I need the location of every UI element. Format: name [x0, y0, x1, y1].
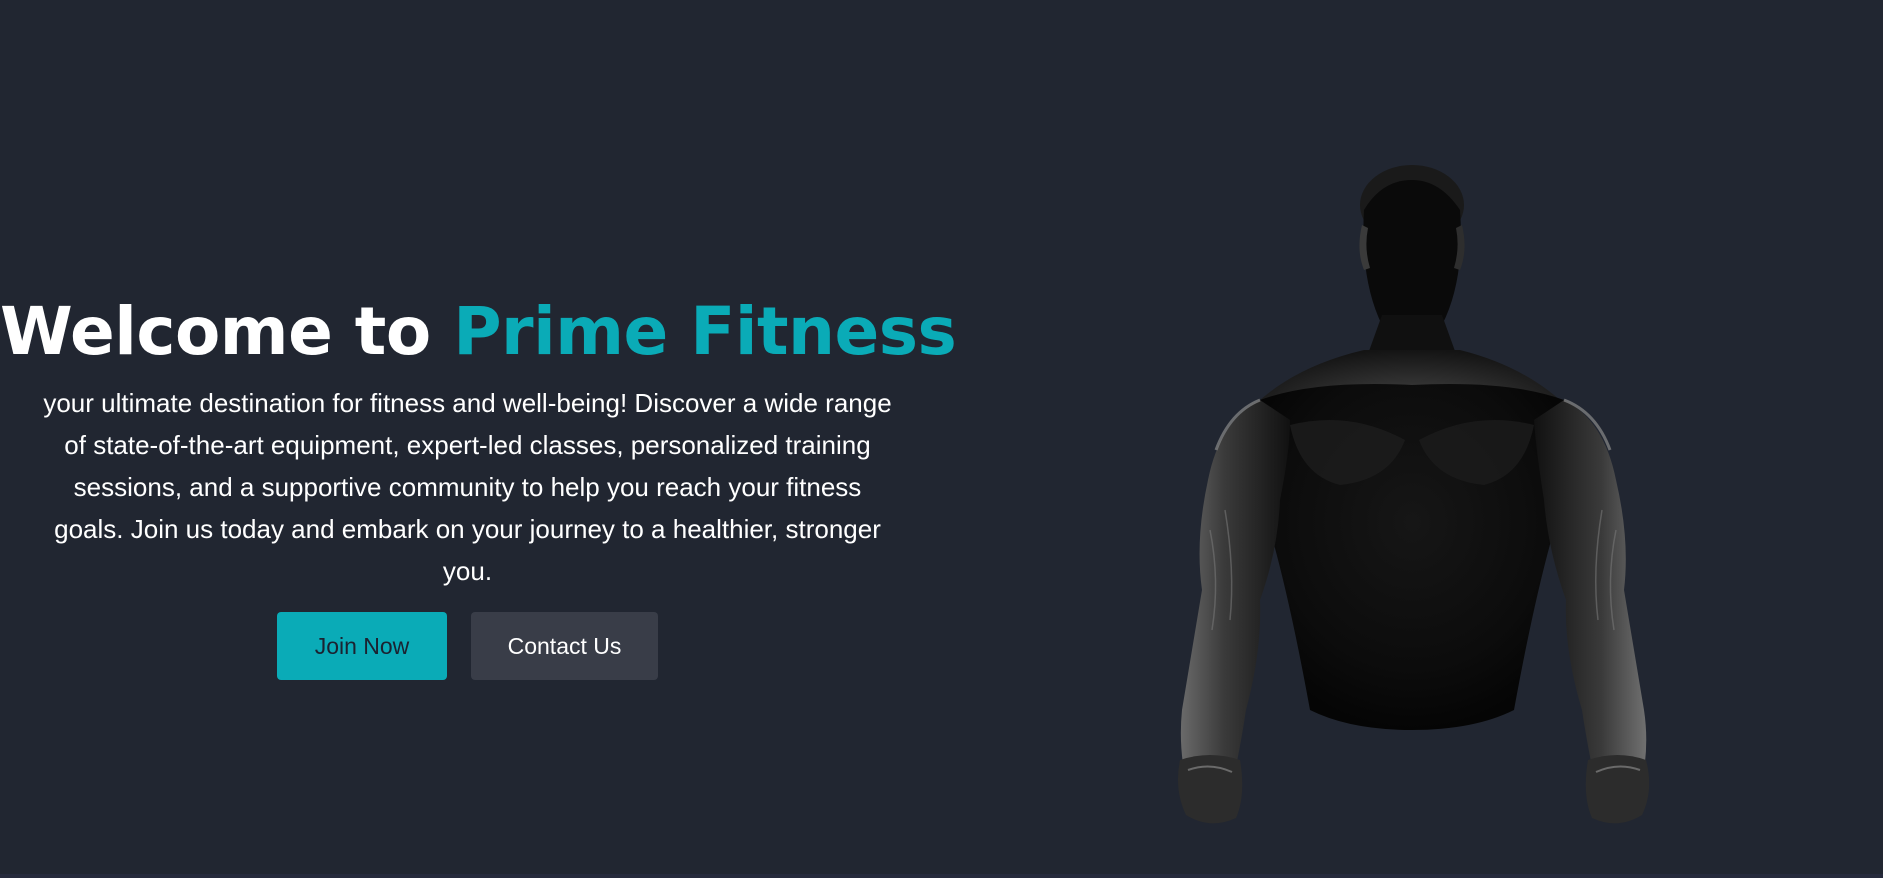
hero-section: Welcome to Prime Fitness your ultimate d…	[0, 0, 1883, 878]
figure-left-arm	[1180, 400, 1290, 795]
bottom-divider	[0, 874, 1883, 878]
contact-us-button[interactable]: Contact Us	[471, 612, 658, 680]
title-brand: Prime Fitness	[453, 293, 957, 370]
cta-buttons: Join Now Contact Us	[0, 612, 935, 680]
figure-right-arm	[1534, 400, 1647, 795]
figure-head	[1359, 165, 1465, 338]
hero-image	[1178, 165, 1650, 824]
hero-tagline: your ultimate destination for fitness an…	[43, 388, 892, 586]
page-title: Welcome to Prime Fitness	[0, 290, 957, 374]
join-now-button[interactable]: Join Now	[277, 612, 447, 680]
title-prefix: Welcome to	[0, 293, 454, 370]
hero-text-block: Welcome to Prime Fitness your ultimate d…	[0, 290, 957, 680]
